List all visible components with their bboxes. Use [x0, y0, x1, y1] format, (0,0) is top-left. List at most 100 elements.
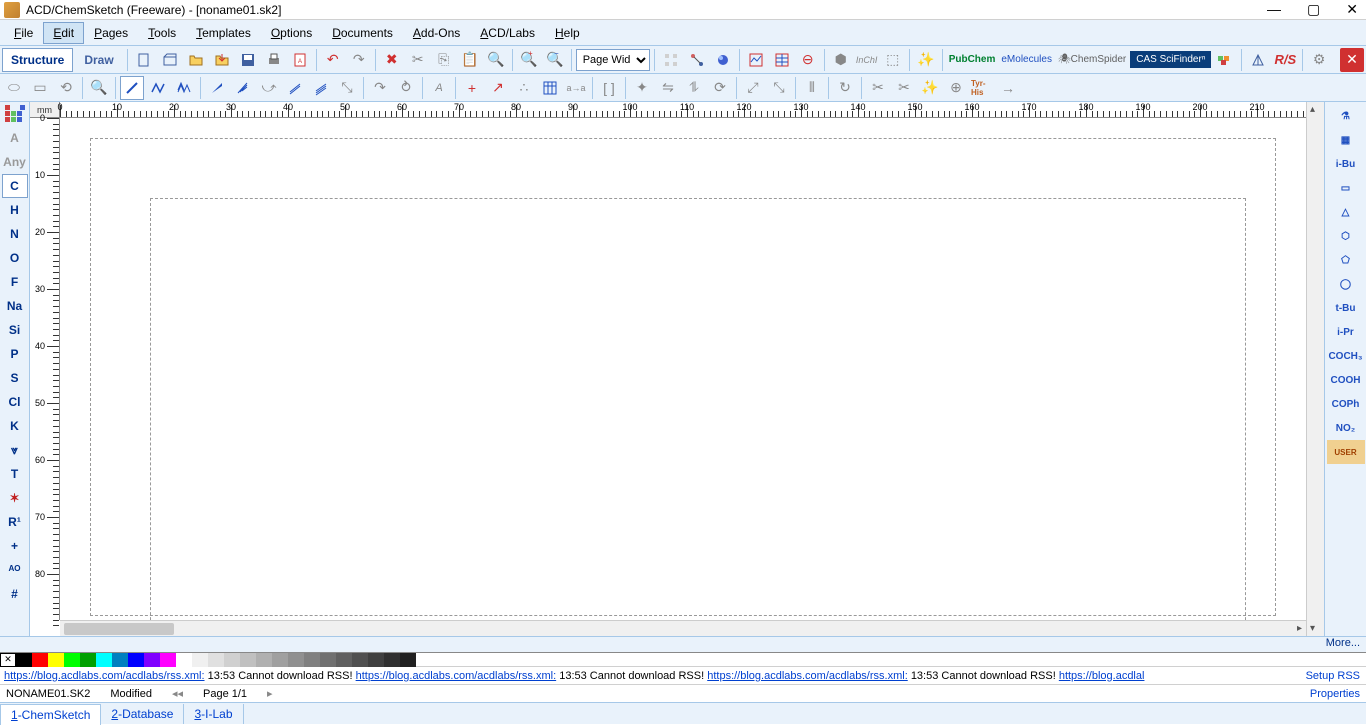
expand-icon[interactable]: ⤢: [741, 76, 765, 100]
right-item-13[interactable]: NO₂: [1327, 416, 1365, 440]
save-icon[interactable]: [236, 48, 260, 72]
right-item-11[interactable]: COOH: [1327, 368, 1365, 392]
color-swatch[interactable]: [256, 653, 272, 667]
box-icon[interactable]: ⬚: [881, 48, 905, 72]
color-swatch[interactable]: [64, 653, 80, 667]
menu-acd/labs[interactable]: ACD/Labs: [470, 22, 545, 44]
import-icon[interactable]: [210, 48, 234, 72]
triple-bond-icon[interactable]: [309, 76, 333, 100]
chart-icon[interactable]: [744, 48, 768, 72]
tab-1chemsketch[interactable]: 1-ChemSketch: [0, 704, 101, 725]
paste-icon[interactable]: 📋: [458, 48, 482, 72]
atom-h[interactable]: H: [2, 198, 28, 222]
remove-icon[interactable]: ⊖: [796, 48, 820, 72]
prev-page-icon[interactable]: ◂◂: [172, 687, 183, 700]
menu-help[interactable]: Help: [545, 22, 590, 44]
menu-templates[interactable]: Templates: [186, 22, 261, 44]
magic-icon[interactable]: ✨: [914, 48, 938, 72]
color-swatch[interactable]: [160, 653, 176, 667]
single-bond-icon[interactable]: [120, 76, 144, 100]
horizontal-scrollbar[interactable]: ▸: [60, 620, 1306, 636]
color-swatch[interactable]: [336, 653, 352, 667]
color-swatch[interactable]: [208, 653, 224, 667]
wedge-up-icon[interactable]: [205, 76, 229, 100]
right-item-9[interactable]: i-Pr: [1327, 320, 1365, 344]
left-extra-6[interactable]: #: [2, 582, 28, 606]
menu-options[interactable]: Options: [261, 22, 322, 44]
cut-bond-icon[interactable]: ✂: [892, 76, 916, 100]
cut-icon[interactable]: ✂: [406, 48, 430, 72]
minimize-button[interactable]: —: [1263, 1, 1285, 18]
pubchem-brand[interactable]: PubChem: [947, 54, 998, 65]
tab-2database[interactable]: 2-Database: [101, 704, 184, 724]
atom-s[interactable]: S: [2, 366, 28, 390]
menu-add-ons[interactable]: Add-Ons: [403, 22, 470, 44]
zoom-area-icon[interactable]: 🔍: [87, 76, 111, 100]
left-extra-3[interactable]: R¹: [2, 510, 28, 534]
atom-k[interactable]: K: [2, 414, 28, 438]
left-extra-0[interactable]: ⩔: [2, 438, 28, 462]
right-item-14[interactable]: USER: [1327, 440, 1365, 464]
color-swatch[interactable]: [400, 653, 416, 667]
atom-na[interactable]: Na: [2, 294, 28, 318]
right-item-12[interactable]: COPh: [1327, 392, 1365, 416]
multibond-icon[interactable]: [172, 76, 196, 100]
reaction-cycle-icon[interactable]: ⥁: [394, 76, 418, 100]
rss-link[interactable]: https://blog.acdlabs.com/acdlabs/rss.xml…: [707, 670, 908, 682]
contract-icon[interactable]: ⤡: [767, 76, 791, 100]
right-item-0[interactable]: ⚗: [1327, 104, 1365, 128]
emolecules-brand[interactable]: eMolecules: [999, 54, 1054, 65]
right-item-7[interactable]: ◯: [1327, 272, 1365, 296]
tab-3ilab[interactable]: 3-I-Lab: [184, 704, 243, 724]
atom-c[interactable]: C: [2, 174, 28, 198]
pdf-icon[interactable]: A: [288, 48, 312, 72]
plus-charge-icon[interactable]: +: [460, 76, 484, 100]
open-icon[interactable]: [184, 48, 208, 72]
menu-tools[interactable]: Tools: [138, 22, 186, 44]
color-swatch[interactable]: [240, 653, 256, 667]
wedge-down-icon[interactable]: [231, 76, 255, 100]
color-swatch[interactable]: [304, 653, 320, 667]
periodic-table-icon[interactable]: [2, 102, 28, 126]
right-item-5[interactable]: ⬡: [1327, 224, 1365, 248]
color-swatch[interactable]: [80, 653, 96, 667]
new-icon[interactable]: [132, 48, 156, 72]
undo-icon[interactable]: ↶: [321, 48, 345, 72]
color-swatch[interactable]: [176, 653, 192, 667]
no-color-swatch[interactable]: ✕: [0, 653, 16, 667]
structure-mode-button[interactable]: Structure: [2, 48, 73, 72]
color-swatch[interactable]: [128, 653, 144, 667]
right-item-3[interactable]: ▭: [1327, 176, 1365, 200]
zoom-out-icon[interactable]: 🔍−: [543, 48, 567, 72]
close-doc-button[interactable]: ✕: [1340, 48, 1364, 72]
color-swatch[interactable]: [96, 653, 112, 667]
flip-v-icon[interactable]: ⥮: [682, 76, 706, 100]
zoom-select[interactable]: Page Wid: [576, 49, 650, 71]
right-item-2[interactable]: i-Bu: [1327, 152, 1365, 176]
maximize-button[interactable]: ▢: [1303, 1, 1324, 18]
next-page-icon[interactable]: ▸: [267, 687, 273, 700]
right-item-8[interactable]: t-Bu: [1327, 296, 1365, 320]
bracket-icon[interactable]: [ ]: [597, 76, 621, 100]
align-icon[interactable]: ⫴: [800, 76, 824, 100]
color-swatch[interactable]: [32, 653, 48, 667]
arc-bond-icon[interactable]: ⤻: [257, 76, 281, 100]
connect-icon[interactable]: [685, 48, 709, 72]
setup-rss-link[interactable]: Setup RSS: [1302, 670, 1360, 682]
magic-bond-icon[interactable]: ✨: [918, 76, 942, 100]
structure-cleanup-icon[interactable]: ⬢: [829, 48, 853, 72]
color-swatch[interactable]: [112, 653, 128, 667]
erase-icon[interactable]: ✖: [380, 48, 404, 72]
scifinder-brand[interactable]: CAS SciFinderⁿ: [1130, 51, 1211, 68]
atom-any[interactable]: Any: [2, 150, 28, 174]
cleanup-icon[interactable]: ✦: [630, 76, 654, 100]
rotate-3d-icon[interactable]: ⟲: [54, 76, 78, 100]
combine-icon[interactable]: ⊕: [944, 76, 968, 100]
rs-button[interactable]: R/S: [1272, 52, 1298, 67]
rotate-icon[interactable]: ⟳: [708, 76, 732, 100]
color-swatch[interactable]: [192, 653, 208, 667]
atom-p[interactable]: P: [2, 342, 28, 366]
menu-edit[interactable]: Edit: [43, 22, 84, 44]
table-icon[interactable]: [770, 48, 794, 72]
atom-si[interactable]: Si: [2, 318, 28, 342]
